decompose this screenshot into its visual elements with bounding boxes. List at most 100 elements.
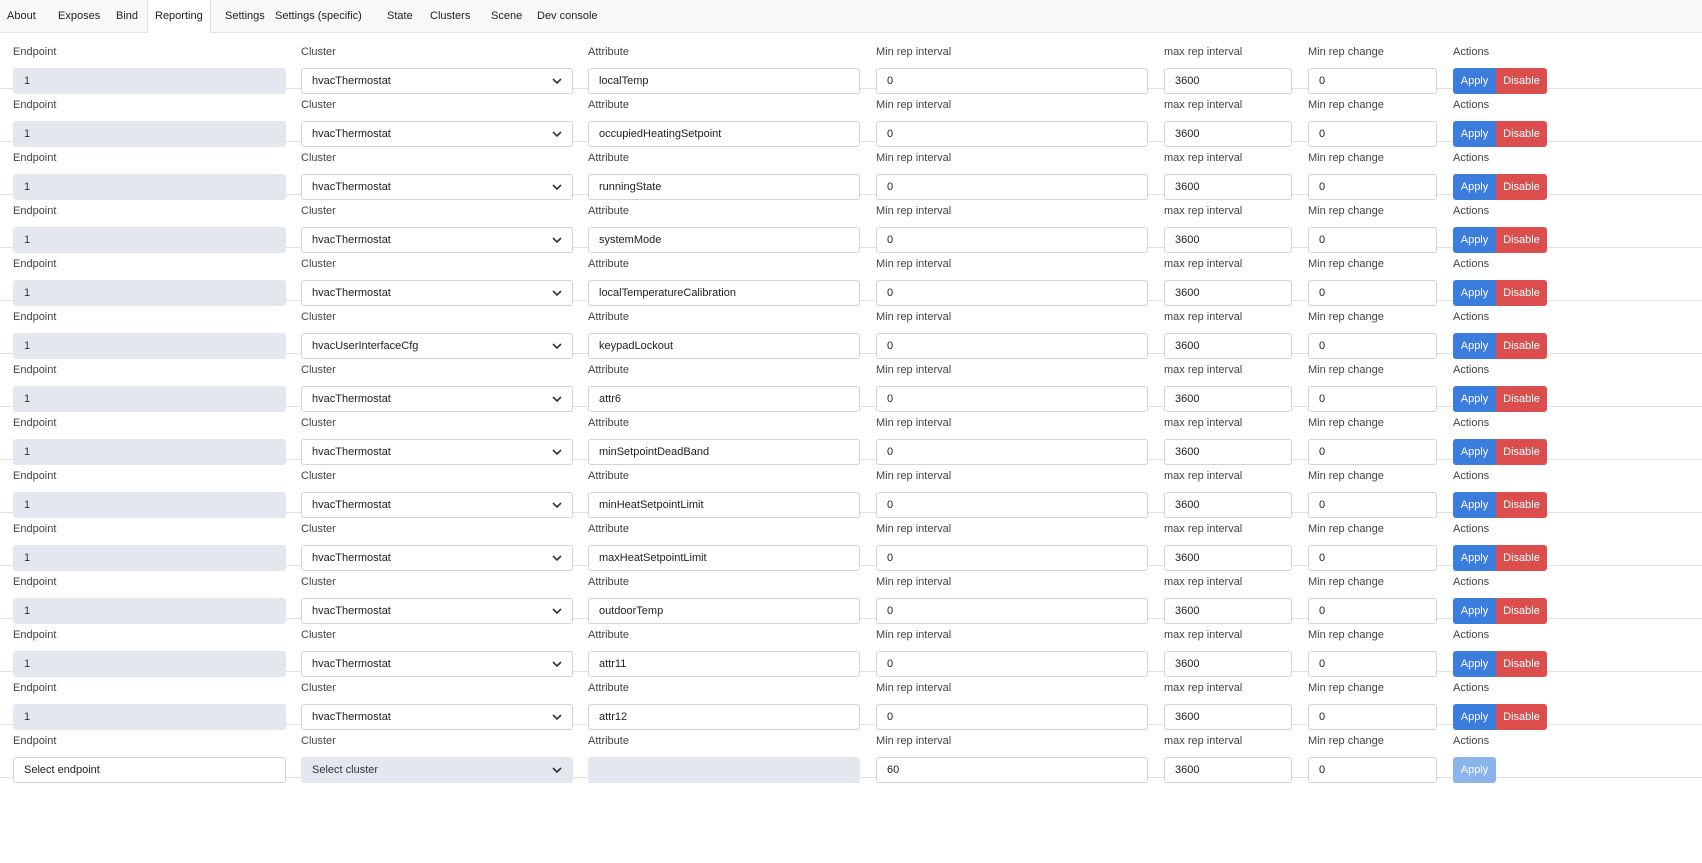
reporting-row: Endpoint Cluster Attribute Min rep interval… [0,401,1702,465]
min-rep-interval-label: Min rep interval [876,470,952,482]
min-rep-interval-label: Min rep interval [876,152,952,164]
attribute-label: Attribute [588,258,629,270]
endpoint-label: Endpoint [13,470,57,482]
endpoint-select[interactable]: Select endpoint [13,757,286,783]
min-rep-interval-label: Min rep interval [876,364,952,376]
endpoint-label: Endpoint [13,99,57,111]
tab-exposes[interactable]: Exposes [51,0,107,32]
min-rep-change-input-value: 0 [1319,764,1326,776]
max-rep-interval-input[interactable]: 3600 [1164,757,1292,783]
cluster-label: Cluster [301,417,336,429]
attribute-label: Attribute [588,629,629,641]
tab-clusters[interactable]: Clusters [423,0,477,32]
attribute-label: Attribute [588,682,629,694]
min-rep-change-label: Min rep change [1308,46,1384,58]
actions-label: Actions [1453,205,1490,217]
min-rep-change-input[interactable]: 0 [1308,757,1437,783]
tab-settings[interactable]: Settings [218,0,272,32]
min-rep-change-label: Min rep change [1308,576,1384,588]
endpoint-label: Endpoint [13,523,57,535]
attribute-label: Attribute [588,99,629,111]
max-rep-interval-label: max rep interval [1164,417,1243,429]
reporting-row: Endpoint Cluster Attribute Min rep interval… [0,454,1702,518]
attribute-label: Attribute [588,311,629,323]
attribute-label: Attribute [588,205,629,217]
max-rep-interval-label: max rep interval [1164,258,1243,270]
endpoint-label: Endpoint [13,417,57,429]
endpoint-label: Endpoint [13,629,57,641]
actions-label: Actions [1453,99,1490,111]
tab-reporting[interactable]: Reporting [147,0,211,33]
attribute-label: Attribute [588,470,629,482]
min-rep-change-label: Min rep change [1308,523,1384,535]
tab-bind[interactable]: Bind [109,0,145,32]
cluster-label: Cluster [301,629,336,641]
max-rep-interval-label: max rep interval [1164,311,1243,323]
max-rep-interval-label: max rep interval [1164,364,1243,376]
max-rep-interval-input-value: 3600 [1175,764,1200,776]
tab-dev-console[interactable]: Dev console [530,0,605,32]
max-rep-interval-label: max rep interval [1164,682,1243,694]
min-rep-interval-input-value: 60 [887,764,900,776]
min-rep-change-label: Min rep change [1308,682,1384,694]
reporting-row: Endpoint Cluster Attribute Min rep interval… [0,30,1702,94]
endpoint-label: Endpoint [13,364,57,376]
min-rep-change-label: Min rep change [1308,258,1384,270]
tab-settings-specific[interactable]: Settings (specific) [268,0,369,32]
min-rep-interval-label: Min rep interval [876,629,952,641]
endpoint-select-value: Select endpoint [24,764,100,776]
endpoint-label: Endpoint [13,311,57,323]
min-rep-interval-label: Min rep interval [876,99,952,111]
endpoint-label: Endpoint [13,576,57,588]
attribute-label: Attribute [588,523,629,535]
apply-button[interactable]: Apply [1453,757,1496,783]
min-rep-interval-label: Min rep interval [876,417,952,429]
tab-state[interactable]: State [380,0,420,32]
reporting-row: Endpoint Cluster Attribute Min rep interval… [0,560,1702,624]
min-rep-interval-label: Min rep interval [876,576,952,588]
max-rep-interval-label: max rep interval [1164,205,1243,217]
min-rep-change-label: Min rep change [1308,470,1384,482]
actions-label: Actions [1453,576,1490,588]
min-rep-interval-input[interactable]: 60 [876,757,1148,783]
max-rep-interval-label: max rep interval [1164,576,1243,588]
cluster-label: Cluster [301,682,336,694]
endpoint-label: Endpoint [13,46,57,58]
actions-label: Actions [1453,682,1490,694]
tab-bar: About Exposes Bind Reporting Settings Setting… [0,0,1702,33]
cluster-label: Cluster [301,470,336,482]
new-reporting-row: Endpoint Cluster Attribute Min rep interval… [0,719,1702,783]
max-rep-interval-label: max rep interval [1164,152,1243,164]
attribute-label: Attribute [588,417,629,429]
attribute-label: Attribute [588,364,629,376]
reporting-row: Endpoint Cluster Attribute Min rep interval… [0,295,1702,359]
max-rep-interval-label: max rep interval [1164,735,1243,747]
reporting-row: Endpoint Cluster Attribute Min rep interval… [0,189,1702,253]
reporting-row: Endpoint Cluster Attribute Min rep interval… [0,83,1702,147]
reporting-row: Endpoint Cluster Attribute Min rep interval… [0,348,1702,412]
actions-label: Actions [1453,46,1490,58]
min-rep-interval-label: Min rep interval [876,258,952,270]
tab-scene[interactable]: Scene [484,0,529,32]
actions-label: Actions [1453,523,1490,535]
min-rep-change-label: Min rep change [1308,311,1384,323]
min-rep-interval-label: Min rep interval [876,46,952,58]
attribute-label: Attribute [588,46,629,58]
actions-label: Actions [1453,735,1490,747]
reporting-row: Endpoint Cluster Attribute Min rep interval… [0,613,1702,677]
min-rep-interval-label: Min rep interval [876,311,952,323]
min-rep-change-label: Min rep change [1308,629,1384,641]
cluster-label: Cluster [301,205,336,217]
reporting-row: Endpoint Cluster Attribute Min rep interval… [0,242,1702,306]
attribute-input[interactable] [588,757,860,783]
tab-about[interactable]: About [0,0,43,32]
min-rep-interval-label: Min rep interval [876,523,952,535]
min-rep-change-label: Min rep change [1308,99,1384,111]
actions-label: Actions [1453,417,1490,429]
endpoint-label: Endpoint [13,682,57,694]
cluster-label: Cluster [301,735,336,747]
cluster-label: Cluster [301,576,336,588]
max-rep-interval-label: max rep interval [1164,629,1243,641]
min-rep-change-label: Min rep change [1308,735,1384,747]
cluster-select[interactable]: Select cluster [301,757,573,783]
